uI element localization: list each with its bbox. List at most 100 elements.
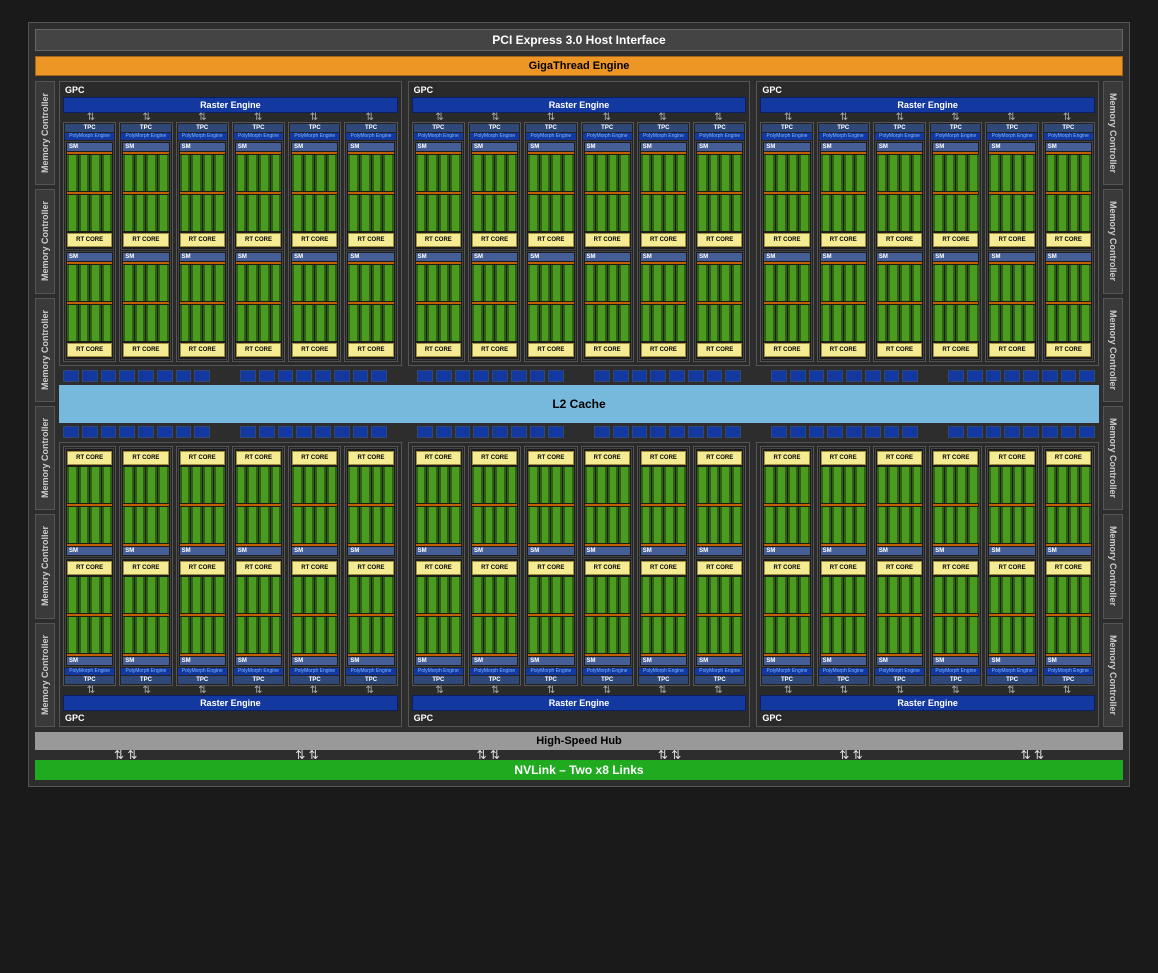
cuda-core-block (697, 507, 708, 543)
rop-unit (82, 370, 98, 382)
cuda-core-block (146, 305, 157, 341)
cuda-core-block (146, 265, 157, 301)
rt-core: RT CORE (585, 451, 630, 465)
polymorph-engine: PolyMorph Engine (526, 133, 575, 140)
cuda-core-block (888, 617, 899, 653)
cuda-core-block (551, 265, 562, 301)
cuda-core-block (764, 467, 775, 503)
cuda-core-block (348, 265, 359, 301)
rop-unit (707, 370, 723, 382)
rt-core: RT CORE (528, 233, 573, 247)
rop-unit (371, 370, 387, 382)
cuda-core-block (540, 195, 551, 231)
rt-core: RT CORE (641, 233, 686, 247)
sm: SMRT CORE (987, 251, 1036, 360)
cuda-core-block (933, 155, 944, 191)
tpc: TPCPolyMorph EngineSMRT CORESMRT CORE (760, 446, 813, 686)
rt-core: RT CORE (1046, 451, 1091, 465)
cuda-core-block (912, 507, 923, 543)
rt-core: RT CORE (348, 451, 393, 465)
cuda-core-block (191, 507, 202, 543)
cuda-core-block (304, 265, 315, 301)
cuda-core-block (327, 507, 338, 543)
cuda-core-block (788, 617, 799, 653)
cuda-core-block (709, 577, 720, 613)
cuda-core-block (945, 577, 956, 613)
sm: SMRT CORE (178, 448, 227, 557)
tpc: TPCPolyMorph EngineSMRT CORESMRT CORE (468, 122, 521, 362)
rt-core: RT CORE (933, 561, 978, 575)
cuda-core-block (855, 305, 866, 341)
cuda-core-block (585, 195, 596, 231)
rop-unit (1023, 370, 1039, 382)
rt-core: RT CORE (697, 343, 742, 357)
sm: SMRT CORE (875, 251, 924, 360)
cuda-core-block (563, 507, 574, 543)
cuda-core-block (439, 265, 450, 301)
cuda-core-block (304, 577, 315, 613)
rop-unit (176, 370, 192, 382)
sm: SMRT CORE (1044, 448, 1093, 557)
sm: SMRT CORE (639, 448, 688, 557)
cuda-core-block (697, 577, 708, 613)
rop-unit (967, 426, 983, 438)
cuda-core-block (348, 617, 359, 653)
cuda-core-block (259, 507, 270, 543)
gpc-row-bottom: GPCRaster Engine⇅⇅⇅⇅⇅⇅TPCPolyMorph Engin… (59, 442, 1099, 727)
cuda-core-block (79, 507, 90, 543)
memory-controller: Memory Controller (35, 298, 55, 402)
rt-core: RT CORE (180, 233, 225, 247)
cuda-core-block (799, 155, 810, 191)
cuda-core-block (383, 577, 394, 613)
cuda-core-block (1024, 467, 1035, 503)
cuda-core-block (641, 195, 652, 231)
rt-core: RT CORE (472, 451, 517, 465)
tpc: TPCPolyMorph EngineSMRT CORESMRT CORE (412, 446, 465, 686)
cuda-core-block (102, 507, 113, 543)
cuda-core-block (79, 577, 90, 613)
cuda-core-block (383, 507, 394, 543)
cuda-core-block (877, 265, 888, 301)
cuda-core-block (933, 507, 944, 543)
cuda-core-block (989, 577, 1000, 613)
tpc: TPCPolyMorph EngineSMRT CORESMRT CORE (412, 122, 465, 362)
polymorph-engine: PolyMorph Engine (1044, 133, 1093, 140)
cuda-core-block (472, 265, 483, 301)
cuda-core-block (855, 507, 866, 543)
cuda-core-block (67, 617, 78, 653)
rt-core: RT CORE (236, 343, 281, 357)
cuda-core-block (102, 617, 113, 653)
tpc: TPCPolyMorph EngineSMRT CORESMRT CORE (1042, 122, 1095, 362)
rop-unit (790, 370, 806, 382)
cuda-core-block (1024, 195, 1035, 231)
cuda-core-block (563, 195, 574, 231)
cuda-core-block (888, 195, 899, 231)
cuda-core-block (158, 265, 169, 301)
rop-unit (1079, 370, 1095, 382)
cuda-core-block (236, 195, 247, 231)
cuda-core-block (1024, 265, 1035, 301)
cuda-core-block (439, 305, 450, 341)
cuda-core-block (90, 617, 101, 653)
cuda-core-block (968, 507, 979, 543)
cuda-core-block (1057, 195, 1068, 231)
cuda-core-block (528, 305, 539, 341)
cuda-core-block (146, 467, 157, 503)
cuda-core-block (203, 617, 214, 653)
gpc: GPCRaster Engine⇅⇅⇅⇅⇅⇅TPCPolyMorph Engin… (756, 442, 1099, 727)
cuda-core-block (90, 155, 101, 191)
cuda-core-block (158, 305, 169, 341)
cuda-core-block (821, 195, 832, 231)
cuda-core-block (652, 195, 663, 231)
rt-core: RT CORE (67, 451, 112, 465)
rt-core: RT CORE (123, 561, 168, 575)
cuda-core-block (989, 155, 1000, 191)
polymorph-engine: PolyMorph Engine (762, 668, 811, 675)
rt-core: RT CORE (123, 233, 168, 247)
cuda-core-block (619, 265, 630, 301)
rop-unit (119, 426, 135, 438)
rop-unit (902, 426, 918, 438)
cuda-core-block (383, 617, 394, 653)
cuda-core-block (1057, 467, 1068, 503)
rt-core: RT CORE (416, 233, 461, 247)
